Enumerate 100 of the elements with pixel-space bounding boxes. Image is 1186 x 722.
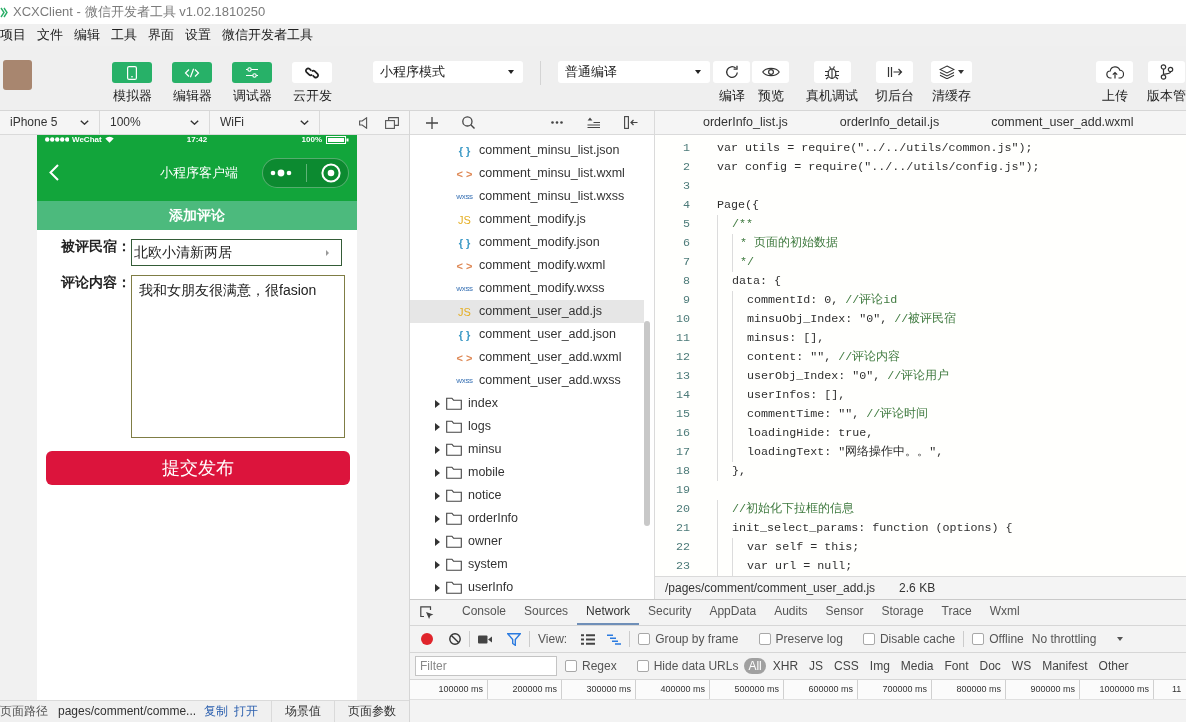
checkbox[interactable]	[972, 633, 985, 645]
folder-item[interactable]: index	[410, 392, 644, 415]
comment-textarea[interactable]: 我和女朋友很满意，很fasion	[131, 275, 345, 438]
device-select[interactable]: iPhone 5	[0, 111, 100, 134]
background-button[interactable]	[876, 61, 913, 83]
file-item[interactable]: JS comment_user_add.js	[410, 300, 644, 323]
folder-item[interactable]: orderInfo	[410, 507, 644, 530]
menu-item[interactable]: 界面	[148, 27, 174, 43]
preview-button[interactable]	[752, 61, 789, 83]
checkbox[interactable]	[565, 660, 577, 672]
devtools-tab[interactable]: Trace	[932, 600, 981, 625]
checkbox[interactable]	[758, 633, 771, 645]
device-select[interactable]: 100%	[100, 111, 210, 134]
more-icon[interactable]	[551, 121, 563, 124]
cloud-dev-toggle[interactable]	[292, 62, 332, 83]
devtools-tab[interactable]: Console	[453, 600, 516, 625]
editor-tab[interactable]: orderInfo_list.js	[677, 111, 814, 134]
devtools-tab[interactable]: Sources	[515, 600, 578, 625]
folder-item[interactable]: logs	[410, 415, 644, 438]
speaker-icon[interactable]	[359, 116, 368, 129]
menu-item[interactable]: 设置	[185, 27, 211, 43]
list-icon[interactable]	[581, 633, 596, 645]
type-filter-button[interactable]: WS	[1007, 657, 1036, 675]
footer-tab[interactable]: 页面参数	[348, 704, 397, 719]
menu-item[interactable]: 工具	[111, 27, 137, 43]
sort-icon[interactable]	[587, 117, 600, 128]
file-item[interactable]: < > comment_minsu_list.wxml	[410, 162, 644, 185]
footer-link[interactable]: 打开	[234, 704, 259, 719]
more-icon[interactable]	[270, 168, 292, 177]
file-item[interactable]: wxss comment_user_add.wxss	[410, 369, 644, 392]
checkbox[interactable]	[638, 633, 651, 645]
filter-field[interactable]: Filter	[415, 656, 557, 676]
folder-item[interactable]: owner	[410, 530, 644, 553]
waterfall-icon[interactable]	[607, 633, 622, 645]
editor-tab[interactable]: orderInfo_detail.js	[813, 111, 966, 134]
scrollbar-thumb[interactable]	[644, 321, 650, 526]
devtools-tab[interactable]: Wxml	[980, 600, 1029, 625]
back-icon[interactable]	[49, 164, 59, 181]
type-filter-button[interactable]: Font	[940, 657, 973, 675]
devtools-tab[interactable]: Security	[639, 600, 701, 625]
select-field[interactable]: 北欧小清新两居	[131, 239, 342, 266]
type-filter-button[interactable]: Manifest	[1038, 657, 1092, 675]
toolbar-label: 切后台	[875, 89, 914, 103]
devtools-tab[interactable]: Audits	[765, 600, 817, 625]
file-item[interactable]: wxss comment_modify.wxss	[410, 277, 644, 300]
folder-item[interactable]: minsu	[410, 438, 644, 461]
plus-icon[interactable]	[426, 116, 438, 129]
folder-item[interactable]: mobile	[410, 461, 644, 484]
video-camera-icon[interactable]	[478, 634, 492, 644]
type-filter-button[interactable]: Doc	[975, 657, 1005, 675]
version-button[interactable]	[1148, 61, 1185, 83]
menu-item[interactable]: 编辑	[74, 27, 100, 43]
compile-button[interactable]	[713, 61, 750, 83]
filter-icon[interactable]	[507, 632, 521, 646]
footer-tab[interactable]: 场景值	[285, 704, 322, 719]
file-item[interactable]: { } comment_minsu_list.json	[410, 139, 644, 162]
menu-item[interactable]: 项目	[0, 27, 26, 43]
device-select[interactable]: WiFi	[210, 111, 320, 134]
editor-toggle[interactable]	[172, 62, 212, 83]
simulator-toggle[interactable]	[112, 62, 152, 83]
checkbox[interactable]	[636, 660, 649, 672]
devtools-tab[interactable]: AppData	[700, 600, 766, 625]
type-filter-button[interactable]: JS	[805, 657, 828, 675]
devtools-tab[interactable]: Sensor	[816, 600, 873, 625]
debugger-toggle[interactable]	[232, 62, 272, 83]
file-item[interactable]: < > comment_modify.wxml	[410, 254, 644, 277]
submit-button[interactable]: 提交发布	[46, 451, 350, 485]
throttling-select[interactable]: No throttling	[1031, 631, 1124, 647]
window-icon[interactable]	[385, 116, 399, 129]
mode-select[interactable]: 小程序模式	[373, 61, 523, 83]
upload-button[interactable]	[1096, 61, 1133, 83]
folder-item[interactable]: notice	[410, 484, 644, 507]
type-filter-button[interactable]: CSS	[830, 657, 863, 675]
file-item[interactable]: JS comment_modify.js	[410, 208, 644, 231]
record-icon[interactable]	[421, 633, 433, 645]
clear-cache-button[interactable]	[931, 61, 972, 83]
collapse-sidebar-icon[interactable]	[624, 116, 638, 129]
devtools-tab[interactable]: Storage	[872, 600, 933, 625]
menu-item[interactable]: 文件	[37, 27, 63, 43]
block-icon[interactable]	[449, 633, 461, 645]
file-item[interactable]: { } comment_modify.json	[410, 231, 644, 254]
type-filter-button[interactable]: XHR	[768, 657, 803, 675]
type-filter-button[interactable]: Media	[896, 657, 938, 675]
search-icon[interactable]	[462, 116, 475, 129]
compile-select[interactable]: 普通编译	[558, 61, 710, 83]
folder-item[interactable]: system	[410, 553, 644, 576]
device-debug-button[interactable]	[813, 61, 851, 83]
inspect-icon[interactable]	[420, 605, 434, 620]
folder-item[interactable]: userInfo	[410, 576, 644, 599]
checkbox[interactable]	[862, 633, 875, 645]
target-icon[interactable]	[321, 162, 341, 183]
editor-tab[interactable]: comment_user_add.wxml	[965, 111, 1160, 134]
footer-link[interactable]: 复制	[204, 704, 229, 719]
type-filter-button[interactable]: Other	[1094, 657, 1133, 675]
type-filter-button[interactable]: Img	[865, 657, 894, 675]
file-item[interactable]: { } comment_user_add.json	[410, 323, 644, 346]
file-item[interactable]: < > comment_user_add.wxml	[410, 346, 644, 369]
menu-item[interactable]: 微信开发者工具	[222, 27, 313, 43]
file-item[interactable]: wxss comment_minsu_list.wxss	[410, 185, 644, 208]
devtools-tab[interactable]: Network	[577, 600, 640, 625]
